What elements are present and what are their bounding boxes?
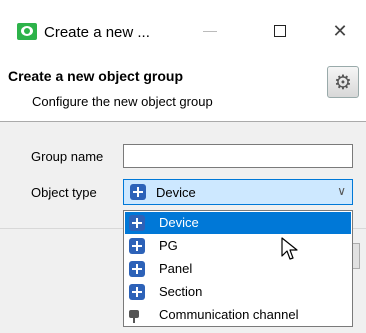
dropdown-option-section[interactable]: Section	[125, 281, 351, 303]
title-bar: Create a new ... ✕	[0, 0, 366, 48]
object-type-select[interactable]: Device ∨	[123, 179, 353, 205]
dropdown-option-pg[interactable]: PG	[125, 235, 351, 257]
option-label: Panel	[159, 261, 193, 276]
option-label: Device	[159, 215, 199, 230]
chevron-down-icon: ∨	[337, 184, 346, 198]
mouse-cursor-icon	[281, 237, 298, 260]
object-type-label: Object type	[31, 185, 97, 200]
header-subtitle: Configure the new object group	[32, 94, 213, 109]
window-title: Create a new ...	[44, 24, 150, 41]
group-name-input[interactable]	[123, 144, 353, 168]
app-icon	[17, 23, 37, 40]
puzzle-icon	[130, 184, 146, 200]
puzzle-icon	[129, 261, 145, 277]
puzzle-icon	[129, 238, 145, 254]
minimize-button[interactable]	[188, 14, 232, 48]
option-label: PG	[159, 238, 178, 253]
maximize-icon	[274, 25, 286, 37]
puzzle-icon	[129, 215, 145, 231]
close-button[interactable]: ✕	[318, 14, 362, 48]
dialog-header	[0, 48, 366, 120]
object-type-value: Device	[156, 185, 196, 200]
dropdown-option-device[interactable]: Device	[125, 212, 351, 234]
puzzle-icon	[129, 284, 145, 300]
option-label: Section	[159, 284, 203, 299]
option-label: Communication channel	[159, 307, 299, 322]
gear-icon: ⚙	[327, 66, 359, 98]
object-type-dropdown: Device PG Panel Section Communication ch…	[123, 210, 353, 327]
minimize-icon	[203, 30, 217, 32]
close-icon: ✕	[332, 20, 348, 41]
maximize-button[interactable]	[258, 14, 302, 48]
dropdown-option-communication-channel[interactable]: Communication channel	[125, 304, 351, 326]
dropdown-option-panel[interactable]: Panel	[125, 258, 351, 280]
plug-icon	[129, 307, 139, 323]
header-title: Create a new object group	[8, 68, 184, 84]
group-name-label: Group name	[31, 149, 104, 164]
